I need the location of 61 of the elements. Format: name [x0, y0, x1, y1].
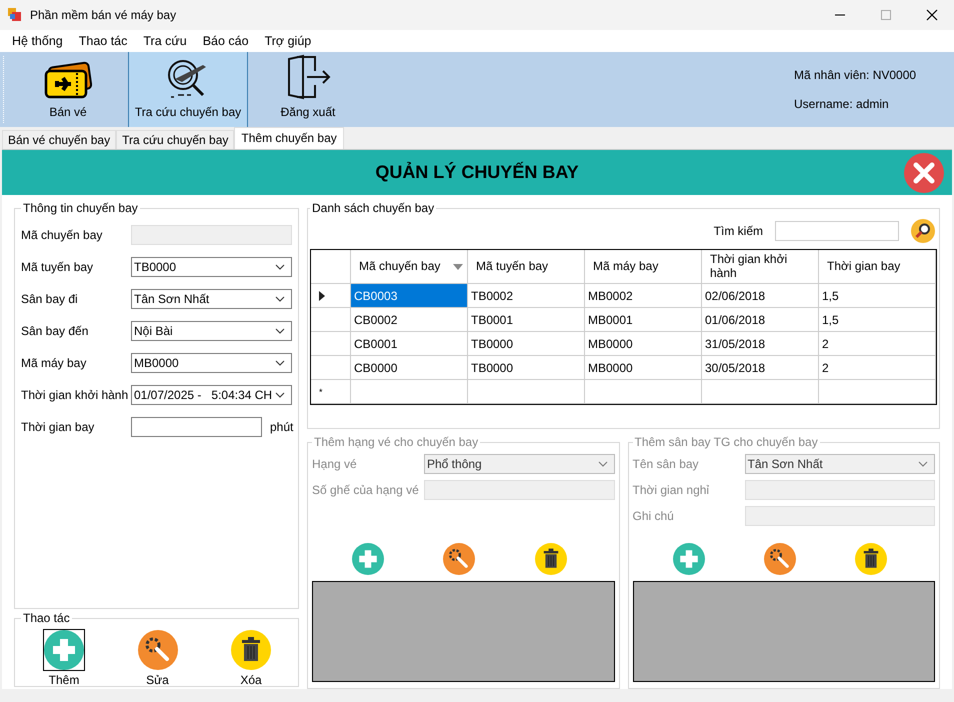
- tab[interactable]: Thêm chuyến bay: [234, 127, 344, 149]
- menu-item[interactable]: Thao tác: [70, 34, 136, 48]
- chevron-icon: [598, 461, 608, 467]
- field-label: Mã máy bay: [21, 356, 88, 370]
- new-row-marker: *: [319, 386, 323, 396]
- unit-label: phút: [270, 420, 294, 434]
- search-field[interactable]: [775, 221, 899, 241]
- chevron-icon: [275, 264, 285, 270]
- tab[interactable]: Tra cứu chuyến bay: [116, 130, 234, 149]
- toolbar-button[interactable]: Tra cứu chuyến bay: [128, 52, 248, 127]
- menu-item[interactable]: Trợ giúp: [256, 34, 320, 48]
- field-label: Sân bay đi: [21, 292, 79, 306]
- wrench-gear-icon: [138, 630, 178, 670]
- dropdown[interactable]: TB0000: [131, 257, 292, 277]
- toolbar-button[interactable]: Bán vé: [8, 52, 128, 127]
- user-info-text: Username: admin: [794, 97, 890, 112]
- group-title: Thông tin chuyến bay: [22, 201, 139, 215]
- field-label: Thời gian nghỉ: [632, 483, 710, 497]
- input-field[interactable]: [131, 417, 262, 437]
- field-label: Tên sân bay: [632, 457, 700, 471]
- dropdown[interactable]: MB0000: [131, 353, 292, 373]
- group-title: Thêm hạng vé cho chuyến bay: [313, 435, 480, 449]
- field-label: Sân bay đến: [21, 324, 90, 338]
- delete-button[interactable]: Xóa: [230, 629, 272, 687]
- close-icon[interactable]: [926, 9, 938, 21]
- menu-item[interactable]: Hệ thống: [4, 34, 71, 48]
- chevron-icon: [275, 392, 285, 398]
- tab[interactable]: Bán vé chuyến bay: [2, 130, 116, 149]
- field-label: Hạng vé: [312, 457, 358, 471]
- dropdown[interactable]: 01/07/2025 - 5:04:34 CH: [131, 385, 292, 405]
- dropdown[interactable]: Nội Bài: [131, 321, 292, 341]
- page-title: QUẢN LÝ CHUYẾN BAY: [375, 162, 579, 183]
- field-label: Số ghế của hạng vé: [312, 483, 420, 497]
- menu-item[interactable]: Tra cứu: [135, 34, 195, 48]
- field-label: Mã tuyến bay: [21, 260, 94, 274]
- field-label: Thời gian bay: [21, 420, 96, 434]
- group-title: Thao tác: [22, 611, 71, 625]
- window-title: Phần mềm bán vé máy bay: [30, 8, 176, 22]
- toolbar-button[interactable]: Đăng xuất: [248, 52, 368, 127]
- app-icon: [8, 8, 22, 22]
- menu-item[interactable]: Báo cáo: [194, 34, 257, 48]
- field-label: Ghi chú: [632, 509, 675, 523]
- maximize-icon[interactable]: [880, 9, 892, 21]
- chevron-icon: [275, 328, 285, 334]
- edit-button[interactable]: Sửa: [136, 629, 178, 687]
- search-label: Tìm kiếm: [714, 224, 763, 238]
- chevron-icon: [275, 296, 285, 302]
- user-info-text: Mã nhân viên: NV0000: [794, 68, 918, 82]
- chevron-icon: [275, 360, 285, 366]
- group-title: Danh sách chuyến bay: [311, 201, 436, 215]
- field-label: Thời gian khởi hành: [21, 388, 130, 402]
- plus-icon: [44, 630, 84, 670]
- group-title: Thêm sân bay TG cho chuyến bay: [634, 435, 819, 449]
- chevron-icon: [918, 461, 928, 467]
- ticket-icon: [43, 61, 93, 101]
- dropdown[interactable]: Tân Sơn Nhất: [131, 289, 292, 309]
- trash-icon: [231, 630, 271, 670]
- table-cell: CB0003: [351, 284, 468, 308]
- field-label: Mã chuyến bay: [21, 228, 104, 242]
- search-icon[interactable]: [911, 219, 935, 243]
- row-header[interactable]: *: [311, 380, 351, 404]
